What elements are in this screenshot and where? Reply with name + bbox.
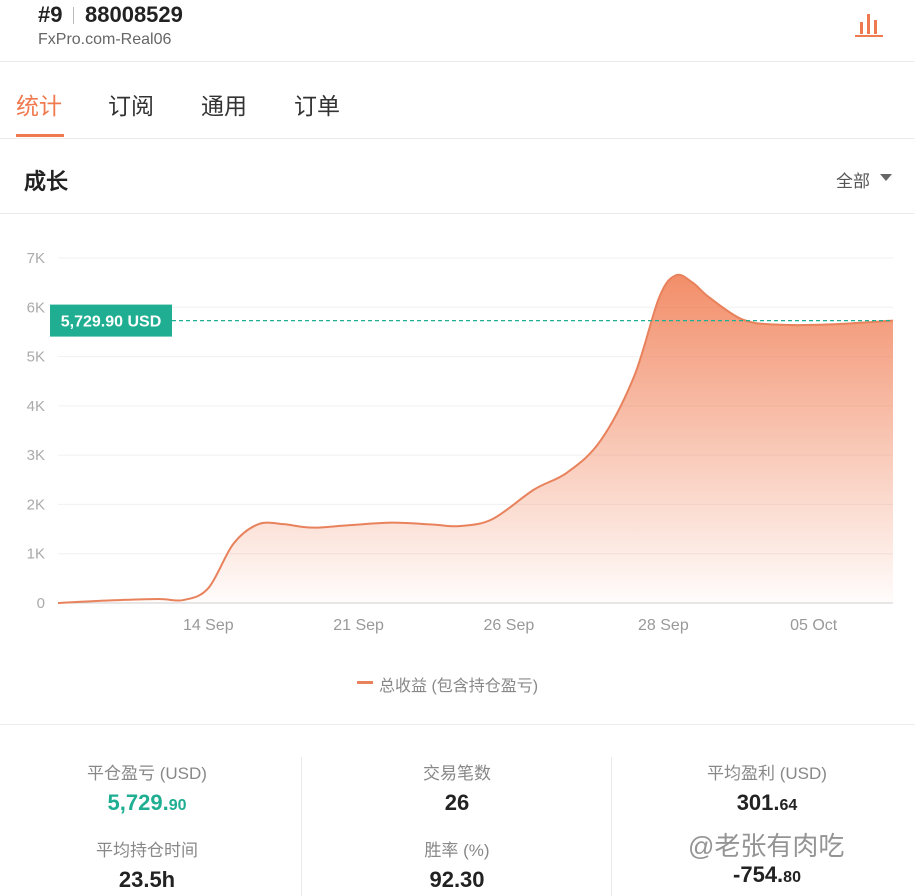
stat-value: 92.30: [429, 867, 485, 892]
header-divider: [73, 7, 74, 24]
tab-stats[interactable]: 统计: [16, 87, 62, 121]
tab-subscribe[interactable]: 订阅: [108, 87, 154, 121]
y-tick-label: 1K: [27, 546, 45, 563]
stat-label: 平仓盈亏 (USD): [87, 764, 207, 783]
watermark: @老张有肉吃: [688, 831, 845, 861]
stat-avg-hold-time: 平均持仓时间 23.5h: [0, 836, 297, 893]
stats-divider: [301, 757, 302, 896]
y-tick-label: 5K: [27, 349, 45, 366]
stat-label: 平均持仓时间: [96, 841, 198, 860]
stat-avg-profit: 平均盈利 (USD) 301.64: [617, 759, 915, 816]
legend-swatch: [357, 681, 373, 684]
x-tick-label: 14 Sep: [183, 617, 234, 634]
tab-general[interactable]: 通用: [201, 87, 247, 121]
growth-section-header: 成长 全部: [0, 140, 915, 214]
tab-bar: 统计 订阅 通用 订单: [0, 63, 915, 139]
growth-chart: 0 1K 2K 3K 4K 5K 6K 7K 14 Sep 21 Sep 26 Sep 28 Sep 0…: [0, 214, 915, 724]
x-tick-label: 26 Sep: [484, 617, 535, 634]
account-header: #9 88008529 FxPro.com-Real06: [0, 0, 915, 62]
stat-value: 301.64: [736, 790, 798, 815]
stats-panel: 平仓盈亏 (USD) 5,729.90 交易笔数 26 平均盈利 (USD) 3…: [0, 724, 915, 896]
server-name: FxPro.com-Real06: [38, 31, 172, 48]
legend-label: 总收益 (包含持仓盈亏): [379, 678, 539, 695]
y-tick-label: 7K: [27, 250, 45, 267]
stat-closed-pnl: 平仓盈亏 (USD) 5,729.90: [0, 759, 297, 816]
y-tick-label: 4K: [27, 398, 45, 415]
caret-down-icon[interactable]: [880, 174, 892, 181]
x-tick-label: 21 Sep: [333, 617, 384, 634]
stat-value: 5,729.90: [107, 790, 187, 815]
growth-chart-svg: 0 1K 2K 3K 4K 5K 6K 7K 14 Sep 21 Sep 26 Sep 28 Sep 0…: [27, 250, 894, 634]
y-tick-label: 0: [37, 595, 45, 612]
stat-value: 26: [444, 790, 470, 815]
bar-chart-icon[interactable]: [852, 8, 886, 38]
x-tick-label: 05 Oct: [790, 617, 838, 634]
stat-value: 23.5h: [118, 867, 176, 892]
section-title: 成长: [24, 169, 69, 194]
rank-label: #9: [38, 2, 63, 27]
y-tick-label: 6K: [27, 299, 45, 316]
y-tick-label: 3K: [27, 447, 45, 464]
x-tick-label: 28 Sep: [638, 617, 689, 634]
stats-divider: [611, 757, 612, 896]
stat-trade-count: 交易笔数 26: [307, 759, 607, 816]
stat-value: -754.80: [733, 862, 801, 887]
tab-orders[interactable]: 订单: [294, 87, 340, 121]
stat-win-rate: 胜率 (%) 92.30: [307, 836, 607, 893]
account-number: 88008529: [85, 2, 183, 27]
stat-label: 胜率 (%): [424, 841, 490, 860]
stat-label: 平均盈利 (USD): [707, 764, 827, 783]
current-value-label: 5,729.90 USD: [61, 314, 162, 331]
y-tick-label: 2K: [27, 496, 45, 513]
period-filter-dropdown[interactable]: 全部: [836, 167, 870, 192]
stat-label: 交易笔数: [423, 764, 491, 783]
active-tab-indicator: [16, 134, 64, 137]
